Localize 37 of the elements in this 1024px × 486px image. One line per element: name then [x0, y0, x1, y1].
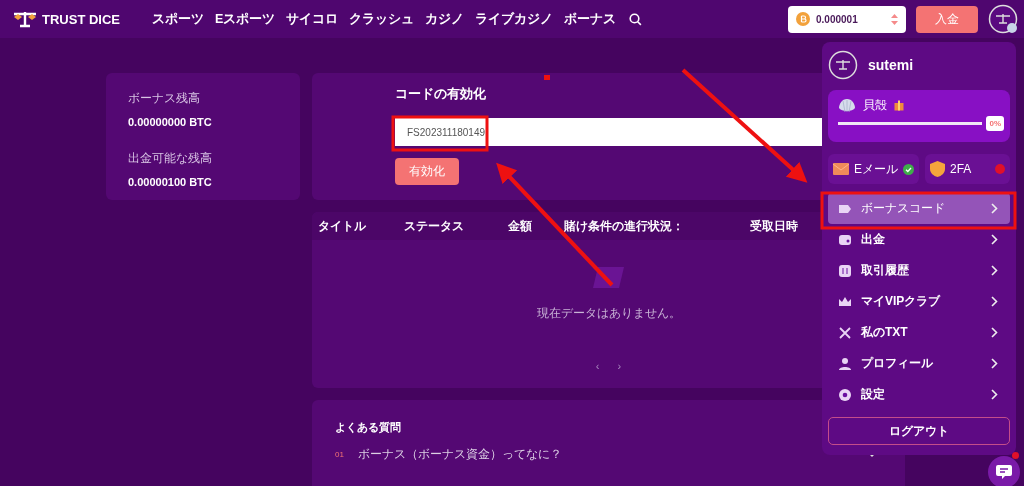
section-title: よくある質問 — [335, 420, 402, 435]
menu-item[interactable]: プロフィール — [828, 348, 1010, 379]
nav-link[interactable]: ライブカジノ — [475, 10, 554, 28]
nav-link[interactable]: スポーツ — [152, 10, 204, 28]
nav-link[interactable]: カジノ — [425, 10, 465, 28]
balance-amount: 0.00000100 BTC — [128, 176, 213, 188]
menu-item[interactable]: マイVIPクラブ — [828, 286, 1010, 317]
empty-message: 現在データはありません。 — [536, 305, 681, 322]
menu-item[interactable]: 取引履歴 — [828, 255, 1010, 286]
logout-button[interactable]: ログアウト — [828, 417, 1010, 445]
vip-rank: 貝殻 — [863, 97, 887, 114]
balance-label: ボーナス残高 — [128, 90, 201, 107]
progress-percent: 0% — [986, 116, 1004, 131]
column-header: 受取日時 — [750, 218, 799, 234]
vip-card[interactable]: 貝殻 0% — [828, 90, 1010, 142]
page-arrow[interactable]: ‹ — [595, 360, 600, 372]
security-item[interactable]: Eメール — [828, 154, 919, 184]
menu-item[interactable]: 出金 — [828, 224, 1010, 255]
section-title: コードの有効化 — [395, 85, 486, 103]
menu-item[interactable]: ボーナスコード — [828, 193, 1010, 224]
nav-link[interactable]: Eスポーツ — [215, 10, 276, 28]
column-header: ステータス — [404, 218, 465, 234]
column-header: 金額 — [508, 218, 533, 234]
menu-item[interactable]: 設定 — [828, 379, 1010, 410]
nav-link[interactable]: サイコロ — [286, 10, 339, 28]
username: sutemi — [868, 57, 914, 73]
nav-link[interactable]: クラッシュ — [349, 10, 415, 28]
menu-item[interactable]: 私のTXT — [828, 317, 1010, 348]
column-header: タイトル — [318, 218, 367, 234]
balance-label: 出金可能な残高 — [128, 150, 213, 167]
page-arrow[interactable]: › — [617, 360, 622, 372]
nav-link[interactable]: ボーナス — [564, 10, 617, 28]
balance-selector[interactable]: 0.000001 — [788, 5, 906, 33]
column-header: 賭け条件の進行状況： — [564, 218, 685, 234]
security-item[interactable]: 2FA — [925, 154, 1010, 184]
brand-name[interactable]: TRUST DICE — [42, 11, 120, 27]
balance-amount: 0.00000000 BTC — [128, 116, 213, 128]
